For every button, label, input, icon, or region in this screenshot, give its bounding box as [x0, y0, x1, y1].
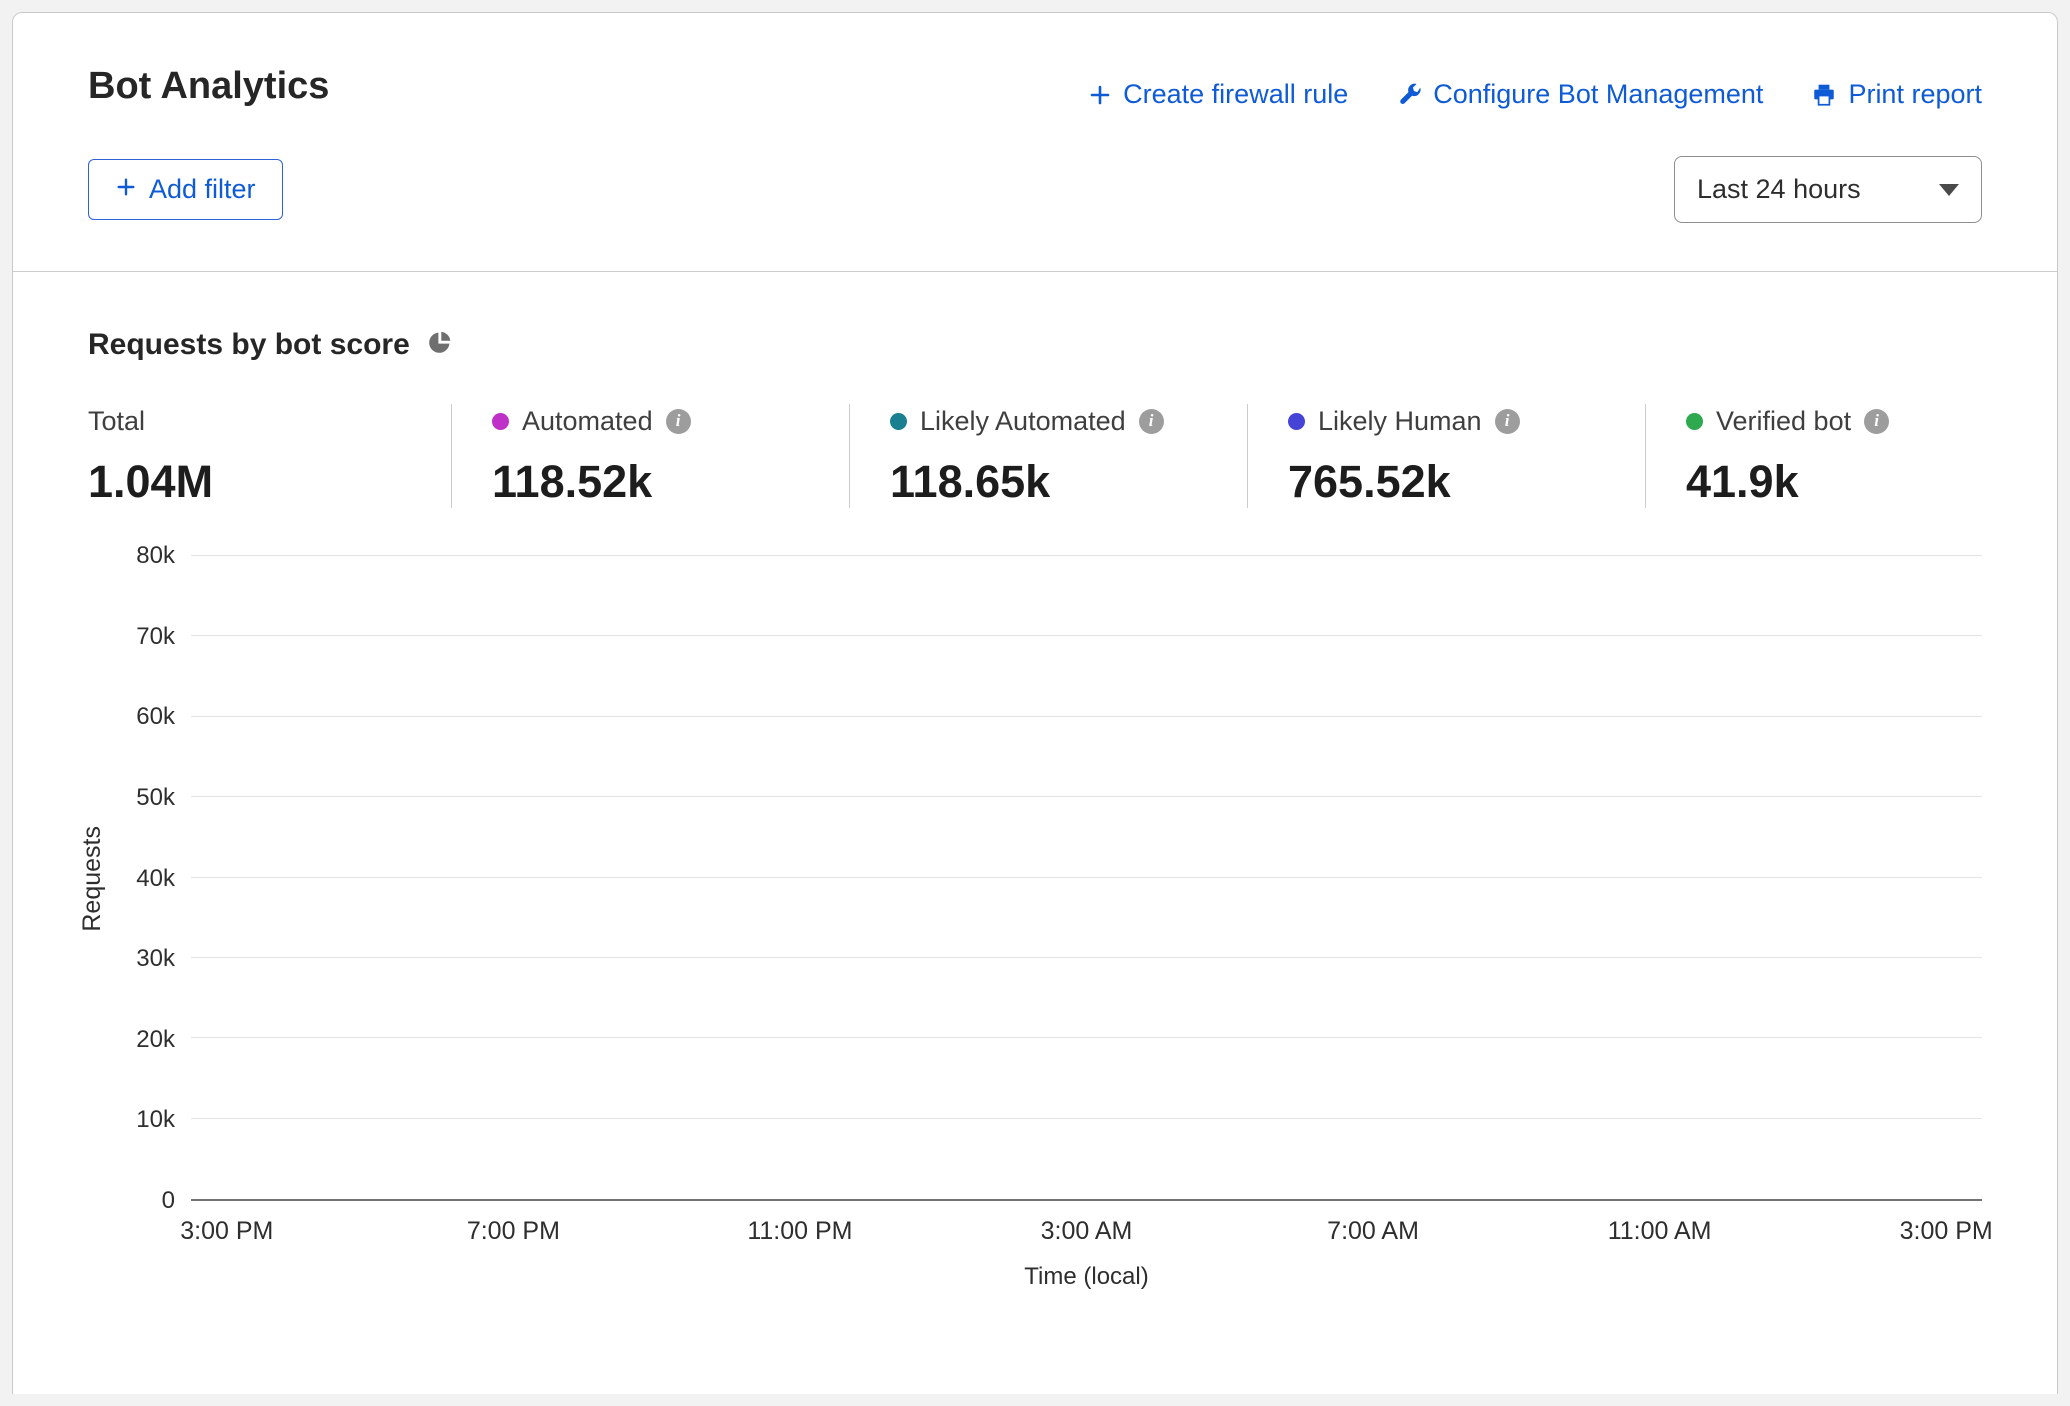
- likely-automated-legend-dot: [890, 413, 907, 430]
- stat-likely-human-label: Likely Human: [1318, 406, 1482, 437]
- y-axis-tick-label: 20k: [136, 1026, 175, 1054]
- stat-total-label: Total: [88, 406, 145, 437]
- bars: [191, 556, 1982, 1199]
- x-axis-tick-label: 7:00 PM: [467, 1217, 560, 1246]
- wrench-icon: [1396, 82, 1422, 108]
- chevron-down-icon: [1939, 184, 1959, 196]
- header-actions: Create firewall rule Configure Bot Manag…: [1088, 65, 1982, 110]
- gridline: [191, 957, 1982, 958]
- stat-total-value: 1.04M: [88, 456, 451, 508]
- stat-likely-automated: Likely Automated 118.65k: [849, 404, 1247, 508]
- verified-bot-legend-dot: [1686, 413, 1703, 430]
- section-title-row: Requests by bot score: [13, 272, 2057, 396]
- y-axis-tick-label: 50k: [136, 784, 175, 812]
- time-range-value: Last 24 hours: [1697, 174, 1861, 205]
- stat-automated-label: Automated: [522, 406, 653, 437]
- stat-automated-value: 118.52k: [492, 456, 849, 508]
- card-header: Bot Analytics Create firewall rule Confi…: [13, 13, 2057, 110]
- gridline: [191, 716, 1982, 717]
- gridline: [191, 1037, 1982, 1038]
- bot-analytics-card: Bot Analytics Create firewall rule Confi…: [12, 12, 2058, 1394]
- print-report-label: Print report: [1848, 79, 1982, 110]
- stat-verified-bot-label: Verified bot: [1716, 406, 1851, 437]
- info-icon[interactable]: [1864, 409, 1889, 434]
- y-axis-tick-label: 30k: [136, 945, 175, 973]
- gridline: [191, 877, 1982, 878]
- x-axis-title: Time (local): [191, 1253, 1982, 1297]
- y-axis-tick-label: 40k: [136, 865, 175, 893]
- y-axis-tick-label: 10k: [136, 1106, 175, 1134]
- add-filter-label: Add filter: [149, 174, 256, 205]
- add-filter-button[interactable]: Add filter: [88, 159, 283, 220]
- gridline: [191, 796, 1982, 797]
- x-axis-tick-label: 3:00 PM: [180, 1217, 273, 1246]
- stat-automated: Automated 118.52k: [451, 404, 849, 508]
- create-firewall-rule-label: Create firewall rule: [1123, 79, 1348, 110]
- stat-likely-automated-value: 118.65k: [890, 456, 1247, 508]
- y-axis-ticks: 010k20k30k40k50k60k70k80k: [113, 556, 191, 1201]
- plot-area: [191, 556, 1982, 1201]
- section-title: Requests by bot score: [88, 328, 410, 362]
- filter-row: Add filter Last 24 hours: [13, 110, 2057, 271]
- plus-icon: [115, 174, 137, 205]
- x-axis-ticks: 3:00 PM7:00 PM11:00 PM3:00 AM7:00 AM11:0…: [191, 1201, 1982, 1253]
- y-axis-tick-label: 0: [162, 1187, 175, 1215]
- stat-likely-human: Likely Human 765.52k: [1247, 404, 1645, 508]
- stat-verified-bot: Verified bot 41.9k: [1645, 404, 2043, 508]
- gridline: [191, 555, 1982, 556]
- plus-icon: [1088, 83, 1112, 107]
- stat-likely-human-value: 765.52k: [1288, 456, 1645, 508]
- gridline: [191, 1118, 1982, 1119]
- time-range-select[interactable]: Last 24 hours: [1674, 156, 1982, 223]
- y-axis-tick-label: 70k: [136, 623, 175, 651]
- stat-total: Total 1.04M: [88, 404, 451, 508]
- configure-bot-management-link[interactable]: Configure Bot Management: [1396, 79, 1763, 110]
- y-axis-title: Requests: [71, 556, 113, 1201]
- stats-row: Total 1.04M Automated 118.52k Likely Aut…: [13, 396, 2057, 508]
- likely-human-legend-dot: [1288, 413, 1305, 430]
- printer-icon: [1811, 82, 1837, 108]
- requests-chart: Requests 0 10k 20k 30k 40k 50k 60k 70k 80k 3:00 …: [13, 508, 2057, 1297]
- configure-bot-management-label: Configure Bot Management: [1433, 79, 1763, 110]
- x-axis-tick-label: 3:00 AM: [1041, 1217, 1133, 1246]
- y-axis-tick-label: 60k: [136, 703, 175, 731]
- gridline: [191, 635, 1982, 636]
- info-icon[interactable]: [1495, 409, 1520, 434]
- x-axis-tick-label: 11:00 PM: [747, 1217, 852, 1246]
- page-title: Bot Analytics: [88, 65, 329, 108]
- x-axis-tick-label: 11:00 AM: [1608, 1217, 1712, 1246]
- info-icon[interactable]: [1139, 409, 1164, 434]
- print-report-link[interactable]: Print report: [1811, 79, 1982, 110]
- y-axis-tick-label: 80k: [136, 542, 175, 570]
- create-firewall-rule-link[interactable]: Create firewall rule: [1088, 79, 1348, 110]
- automated-legend-dot: [492, 413, 509, 430]
- stat-likely-automated-label: Likely Automated: [920, 406, 1126, 437]
- x-axis-tick-label: 7:00 AM: [1327, 1217, 1419, 1246]
- stat-verified-bot-value: 41.9k: [1686, 456, 2043, 508]
- pie-chart-icon: [426, 329, 453, 361]
- x-axis-tick-label: 3:00 PM: [1900, 1217, 1993, 1246]
- info-icon[interactable]: [666, 409, 691, 434]
